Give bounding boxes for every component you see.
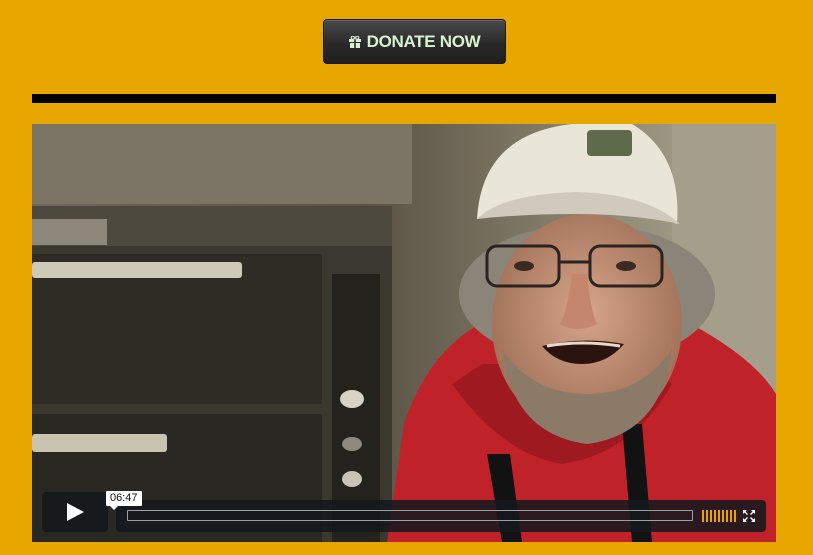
play-button[interactable] — [42, 492, 108, 532]
fullscreen-icon[interactable] — [742, 509, 756, 523]
progress-bar[interactable] — [127, 510, 693, 521]
gift-icon — [348, 35, 361, 48]
current-time-tooltip: 06:47 — [106, 491, 142, 510]
video-frame — [32, 124, 776, 542]
video-player[interactable]: 06:47 — [32, 124, 776, 542]
donate-now-label: DONATE NOW — [366, 31, 481, 51]
donate-now-button[interactable]: DONATE NOW — [323, 19, 506, 64]
play-icon — [67, 503, 84, 521]
volume-bars-icon[interactable] — [702, 510, 736, 522]
section-divider — [32, 94, 776, 103]
video-controls-bar — [116, 500, 766, 532]
